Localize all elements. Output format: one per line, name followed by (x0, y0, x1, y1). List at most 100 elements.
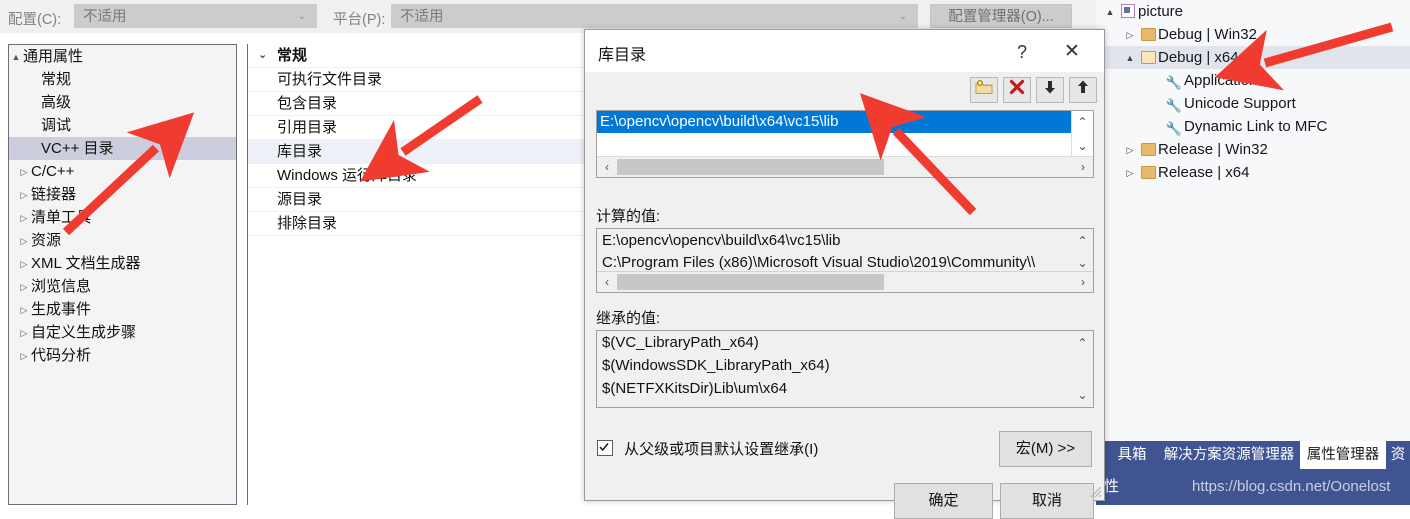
tree-item[interactable]: ▷ 生成事件 (9, 298, 236, 321)
directory-entry-selected[interactable]: E:\opencv\opencv\build\x64\vc15\lib (597, 111, 1072, 133)
platform-dropdown[interactable]: 不适用 ⌄ (391, 4, 918, 28)
expander-expanded-icon[interactable]: ▲ (1122, 47, 1138, 70)
expander-collapsed-icon[interactable]: ▷ (17, 345, 31, 368)
folder-icon (1138, 163, 1158, 186)
configuration-manager-button[interactable]: 配置管理器(O)... (930, 4, 1072, 28)
expander-collapsed-icon[interactable]: ▷ (17, 207, 31, 230)
chevron-down-icon: ⌄ (898, 11, 907, 22)
resize-grip[interactable] (1088, 484, 1102, 498)
property-manager-node[interactable]: 🔧 Unicode Support (1096, 92, 1410, 115)
scroll-right-icon[interactable]: › (1073, 272, 1093, 292)
property-row-name: 排除目录 (277, 215, 338, 232)
checkbox-icon[interactable] (597, 440, 613, 456)
macros-button[interactable]: 宏(M) >> (999, 431, 1092, 467)
cancel-button[interactable]: 取消 (1000, 483, 1094, 519)
close-icon[interactable]: ✕ (1052, 38, 1092, 66)
tree-item[interactable]: ▷ 清单工具 (9, 206, 236, 229)
scroll-down-icon[interactable]: ⌄ (1072, 383, 1093, 407)
expander-collapsed-icon[interactable]: ▷ (17, 253, 31, 276)
new-folder-icon[interactable] (970, 77, 998, 103)
expander-collapsed-icon[interactable]: ▷ (17, 276, 31, 299)
tree-item[interactable]: ▷ XML 文档生成器 (9, 252, 236, 275)
expander-collapsed-icon[interactable]: ▷ (1122, 162, 1138, 185)
property-manager-node[interactable]: 🔧 Dynamic Link to MFC (1096, 115, 1410, 138)
property-row-name: 库目录 (277, 143, 323, 160)
inherited-value-line: $(NETFXKitsDir)Lib\um\x64 (602, 380, 788, 397)
move-up-icon[interactable] (1069, 77, 1097, 103)
expander-collapsed-icon[interactable]: ▷ (17, 299, 31, 322)
inherit-checkbox-row[interactable]: 从父级或项目默认设置继承(I) (597, 439, 818, 461)
inherited-value-box[interactable]: $(VC_LibraryPath_x64) $(WindowsSDK_Libra… (596, 330, 1094, 408)
move-down-icon[interactable] (1036, 77, 1064, 103)
scroll-down-icon[interactable]: ⌄ (1072, 135, 1093, 157)
property-manager-node[interactable]: ▷ Release | Win32 (1096, 138, 1410, 161)
dialog-title-bar: 库目录 ? ✕ (585, 30, 1104, 72)
listbox-horizontal-scrollbar[interactable]: ‹ › (597, 156, 1093, 177)
expander-collapsed-icon[interactable]: ▷ (17, 230, 31, 253)
delete-icon[interactable] (1003, 77, 1031, 103)
inherited-vertical-scrollbar[interactable]: ⌃ ⌄ (1072, 331, 1093, 407)
tree-item[interactable]: 调试 (9, 114, 236, 137)
expander-collapsed-icon[interactable]: ▷ (17, 184, 31, 207)
scroll-left-icon[interactable]: ‹ (597, 272, 617, 292)
hscroll-thumb[interactable] (617, 274, 884, 290)
property-manager-node-label: Dynamic Link to MFC (1184, 118, 1328, 135)
expander-expanded-icon[interactable]: ▲ (9, 46, 23, 69)
scroll-up-icon[interactable]: ⌃ (1072, 229, 1093, 253)
property-manager-node-label: Debug | x64 (1158, 49, 1239, 66)
tree-item-label: 清单工具 (31, 209, 92, 226)
tool-window-tab[interactable]: 属性管理器 (1300, 441, 1386, 469)
property-manager-tree-host: ▲ picture ▷ Debug | Win32 ▲ Debug | x64 🔧 Appli… (1096, 0, 1410, 184)
property-manager-node[interactable]: ▷ Debug | Win32 (1096, 23, 1410, 46)
evaluated-vertical-scrollbar[interactable]: ⌃ ⌄ (1072, 229, 1093, 273)
evaluated-horizontal-scrollbar[interactable]: ‹ › (597, 271, 1093, 292)
tree-item[interactable]: VC++ 目录 (9, 137, 236, 160)
tree-item[interactable]: ▷ 资源 (9, 229, 236, 252)
dialog-title: 库目录 (598, 47, 647, 64)
hscroll-thumb[interactable] (617, 159, 884, 175)
tool-window-tab[interactable]: 具箱 (1106, 441, 1158, 469)
expander-collapsed-icon[interactable]: ▷ (1122, 24, 1138, 47)
tree-item[interactable]: ▷ 链接器 (9, 183, 236, 206)
property-manager-node[interactable]: ▲ Debug | x64 (1096, 46, 1410, 69)
scroll-left-icon[interactable]: ‹ (597, 157, 617, 177)
tree-item[interactable]: 常规 (9, 68, 236, 91)
expander-collapsed-icon[interactable]: ▷ (1122, 139, 1138, 162)
listbox-vertical-scrollbar[interactable]: ⌃ ⌄ (1071, 111, 1093, 157)
property-manager-node[interactable]: ▲ picture (1096, 0, 1410, 23)
tree-item-label: 链接器 (31, 186, 77, 203)
configuration-dropdown[interactable]: 不适用 ⌄ (74, 4, 317, 28)
expander-collapsed-icon[interactable]: ▷ (17, 322, 31, 345)
inherited-value-label: 继承的值: (596, 310, 661, 327)
evaluated-value-box[interactable]: E:\opencv\opencv\build\x64\vc15\lib C:\P… (596, 228, 1094, 293)
property-manager-node-label: Application (1184, 72, 1258, 89)
ok-button[interactable]: 确定 (894, 483, 993, 519)
scroll-up-icon[interactable]: ⌃ (1072, 331, 1093, 355)
property-manager-node[interactable]: 🔧 Application (1096, 69, 1410, 92)
library-directories-dialog: 库目录 ? ✕ E:\opencv\opencv\build\x64\vc15\… (584, 29, 1105, 519)
tree-item[interactable]: ▷ 浏览信息 (9, 275, 236, 298)
property-row-name: 引用目录 (277, 119, 338, 136)
expander-expanded-icon[interactable]: ▲ (1102, 1, 1118, 24)
tree-item[interactable]: 高级 (9, 91, 236, 114)
tool-window-tab[interactable]: 资 (1386, 441, 1410, 469)
property-manager-tree: ▲ picture ▷ Debug | Win32 ▲ Debug | x64 🔧 Appli… (1096, 0, 1410, 441)
directories-listbox[interactable]: E:\opencv\opencv\build\x64\vc15\lib ⌃ ⌄ … (596, 110, 1094, 178)
tree-item-label: 常规 (41, 71, 72, 88)
property-manager-node[interactable]: ▷ Release | x64 (1096, 161, 1410, 184)
expander-collapsed-icon[interactable]: ▷ (17, 161, 31, 184)
help-icon[interactable]: ? (1004, 38, 1040, 66)
tool-window-tab[interactable]: 解决方案资源管理器 (1158, 441, 1300, 469)
tree-item[interactable]: ▷ C/C++ (9, 160, 236, 183)
tree-item-label: 高级 (41, 94, 72, 111)
scroll-up-icon[interactable]: ⌃ (1072, 111, 1093, 133)
property-row-name: Windows 运行库目录 (277, 167, 418, 184)
tool-window-tabstrip: 具箱 解决方案资源管理器 属性管理器资 (1096, 441, 1410, 469)
wrench-icon: 🔧 (1165, 75, 1183, 90)
scroll-right-icon[interactable]: › (1073, 157, 1093, 177)
inherit-checkbox-label: 从父级或项目默认设置继承(I) (624, 441, 819, 458)
folder-icon (1138, 140, 1158, 163)
tree-item[interactable]: ▷ 代码分析 (9, 344, 236, 367)
tree-item[interactable]: ▷ 自定义生成步骤 (9, 321, 236, 344)
tree-item[interactable]: ▲ 通用属性 (9, 45, 236, 68)
